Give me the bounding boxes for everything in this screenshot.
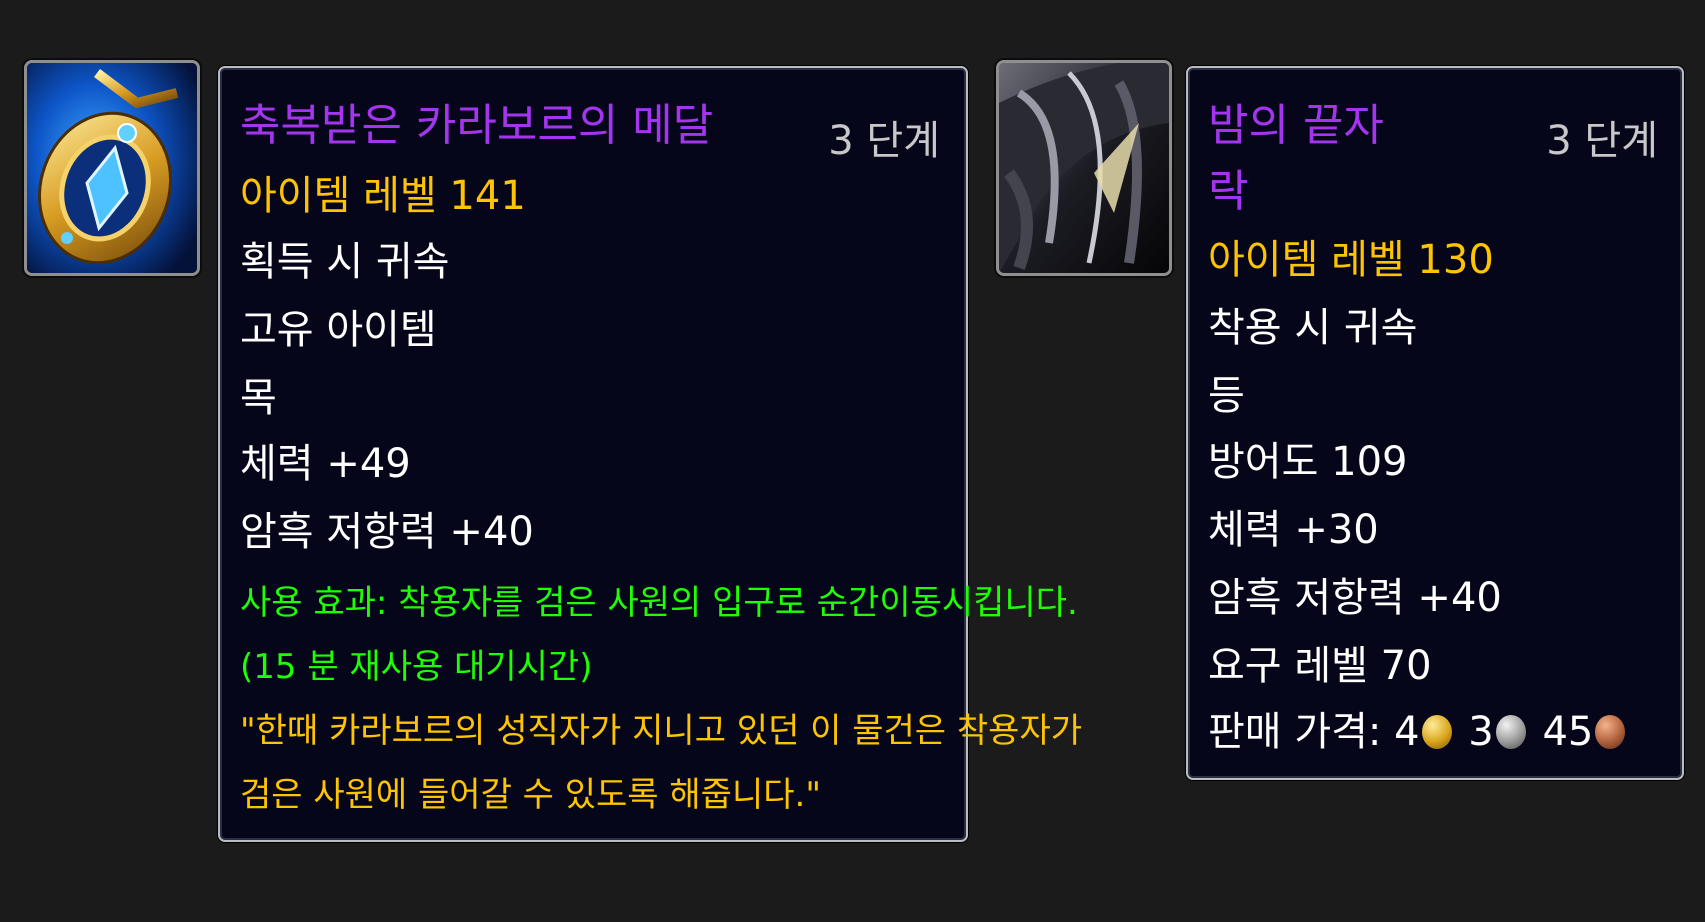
- gold-coin-icon: [1421, 715, 1452, 749]
- stat-stamina: 체력 +30: [1208, 507, 1379, 553]
- stat-stamina: 체력 +49: [240, 441, 411, 487]
- item-tier: 3 단계: [828, 118, 940, 164]
- item-level: 아이템 레벨 141: [240, 173, 526, 219]
- cloak-icon-art: [999, 63, 1169, 273]
- sell-price: 판매 가격: 4 3 45: [1208, 712, 1629, 752]
- required-level: 요구 레벨 70: [1208, 643, 1432, 689]
- item-level: 아이템 레벨 130: [1208, 237, 1494, 283]
- dark-cloak-icon[interactable]: [996, 60, 1172, 276]
- tooltip-item1: 축복받은 카라보르의 메달 3 단계 아이템 레벨 141 획득 시 귀속 고유…: [218, 66, 1082, 842]
- item-slot: 등: [1208, 373, 1245, 419]
- flavor-text-line1: "한때 카라보르의 성직자가 지니고 있던 이 물건은 착용자가: [240, 711, 1083, 751]
- blessed-medal-icon[interactable]: [24, 60, 200, 276]
- tooltip-item2: 밤의 끝자 3 단계 락 아이템 레벨 130 착용 시 귀속 등 방어도 10…: [1186, 66, 1684, 780]
- item-tier: 3 단계: [1546, 118, 1658, 164]
- silver-coin-icon: [1495, 715, 1526, 749]
- stat-shadow-resist: 암흑 저항력 +40: [1208, 575, 1502, 621]
- copper-coin-icon: [1595, 715, 1626, 749]
- price-silver-amount: 3: [1468, 709, 1494, 755]
- item-name-line2: 락: [1208, 166, 1249, 217]
- sell-price-label: 판매 가격:: [1208, 709, 1382, 755]
- unique-label: 고유 아이템: [240, 307, 437, 353]
- bind-type: 획득 시 귀속: [240, 239, 450, 285]
- price-copper-amount: 45: [1542, 709, 1594, 755]
- use-effect-line1: 사용 효과: 착용자를 검은 사원의 입구로 순간이동시킵니다.: [240, 583, 1078, 623]
- use-effect-line2: (15 분 재사용 대기시간): [240, 647, 593, 687]
- item-name: 축복받은 카라보르의 메달: [240, 100, 714, 151]
- armor-value: 방어도 109: [1208, 439, 1408, 485]
- price-gold-amount: 4: [1394, 709, 1420, 755]
- bind-type: 착용 시 귀속: [1208, 305, 1418, 351]
- item-name-line1: 밤의 끝자: [1208, 100, 1384, 151]
- item-slot: 목: [240, 375, 277, 421]
- stat-shadow-resist: 암흑 저항력 +40: [240, 509, 534, 555]
- stage: 축복받은 카라보르의 메달 3 단계 아이템 레벨 141 획득 시 귀속 고유…: [0, 0, 1705, 922]
- medal-icon-art: [27, 63, 197, 273]
- flavor-text-line2: 검은 사원에 들어갈 수 있도록 해줍니다.": [240, 775, 821, 815]
